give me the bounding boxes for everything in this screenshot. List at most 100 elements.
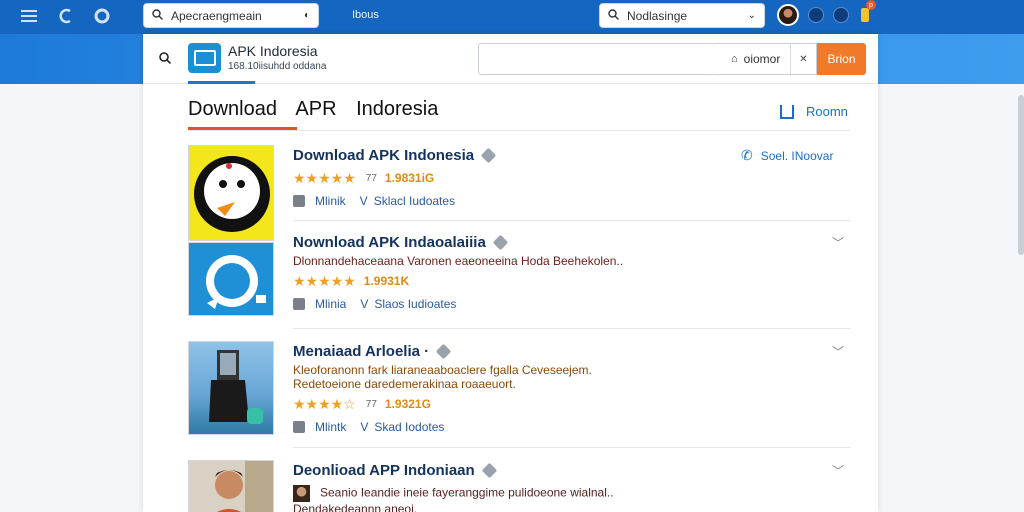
page-title: Download APR Indoresia	[188, 98, 452, 121]
search-button[interactable]: Brion	[817, 43, 866, 75]
search-dropdown[interactable]: ⌂ oiomor ✕	[713, 43, 817, 75]
star-rating: ★★★★★	[293, 272, 356, 289]
app-title[interactable]: Nownload APK Indaoalaiiia	[293, 232, 833, 252]
meta-link-a[interactable]: Mlintk	[315, 420, 346, 434]
star-rating: ★★★★★	[293, 169, 356, 186]
tag-icon	[481, 462, 497, 478]
app-size: 1.9831iG	[384, 171, 435, 185]
browser-search-right[interactable]: Nodlasinge ⌄	[599, 3, 765, 28]
chevron-down-icon[interactable]: ✕	[790, 44, 816, 74]
meta-link-b[interactable]: Skad Iodotes	[374, 420, 444, 434]
active-indicator	[188, 81, 255, 84]
action-link-label: Soel. INoovar	[760, 148, 834, 163]
search-left-text: Apecraengmeain	[171, 8, 262, 23]
search-icon	[152, 8, 163, 23]
thumbs-up-icon[interactable]	[293, 421, 305, 433]
meta-link-a[interactable]: Mlinia	[315, 297, 346, 311]
room-link[interactable]: Roomn	[780, 104, 848, 119]
scrollbar[interactable]	[1018, 95, 1024, 255]
app-info: Nownload APK Indaoalaiiia Dlonnandehacea…	[293, 232, 833, 313]
app-description-text: Seanio Ieandie ineie fayeranggime pulido…	[293, 485, 614, 512]
chevron-down-icon[interactable]: ⌄	[748, 10, 756, 21]
check-icon: V	[360, 420, 369, 434]
browser-search-left[interactable]: Apecraengmeain ◐	[143, 3, 319, 28]
chevron-down-icon[interactable]: ﹀	[832, 234, 844, 251]
app-info: Deonlioad APP Indoniaan Seanio Ieandie i…	[293, 460, 833, 512]
dropdown-icon[interactable]: ◐	[304, 10, 310, 21]
menu-icon[interactable]	[19, 6, 39, 26]
star-rating: ★★★★☆	[293, 395, 356, 412]
search-right-text: Nodlasinge	[627, 8, 688, 23]
divider	[293, 328, 850, 329]
extensions-icon[interactable]	[808, 7, 824, 23]
rating-row: ★★★★★ 1.9931K	[293, 272, 833, 290]
tab-label[interactable]: Ibous	[352, 9, 379, 21]
back-icon[interactable]	[56, 6, 76, 26]
thumbs-up-icon[interactable]	[293, 298, 305, 310]
thumbs-up-icon[interactable]	[293, 195, 305, 207]
check-icon: V	[360, 297, 369, 311]
main-card: APK Indoresia 168.10iisuhdd oddana ⌂ oio…	[143, 34, 878, 512]
brand-name: APK Indoresia	[228, 43, 318, 59]
list-item[interactable]: Download APK Indonesia ★★★★★ 77 1.9831iG…	[188, 145, 850, 241]
search-icon	[608, 8, 619, 23]
browser-top-bar: Apecraengmeain ◐ Ibous Nodlasinge ⌄ p	[0, 0, 1024, 34]
author-avatar	[293, 485, 310, 502]
brand-subtitle: 168.10iisuhdd oddana	[228, 61, 327, 72]
phone-icon: ✆	[741, 147, 753, 163]
list-item[interactable]: Menaiaad Arloelia · Kleoforanonn fark li…	[188, 341, 850, 435]
action-link[interactable]: ✆ Soel. INoovar	[741, 147, 833, 164]
divider	[293, 220, 850, 221]
title-word-2: APR	[295, 98, 337, 120]
divider	[188, 130, 850, 131]
refresh-icon[interactable]	[92, 6, 112, 26]
app-description: Dlonnandehaceaana Varonen eaeoneeina Hod…	[293, 254, 624, 268]
chevron-down-icon[interactable]: ﹀	[832, 462, 844, 479]
apk-logo-icon[interactable]	[188, 43, 221, 73]
app-size: 1.9931K	[363, 274, 410, 288]
app-thumbnail[interactable]	[188, 341, 274, 435]
rating-count: 77	[365, 398, 377, 410]
title-word-3: Indoresia	[356, 98, 439, 120]
search-icon[interactable]	[159, 51, 172, 67]
rating-row: ★★★★★ 77 1.9831iG	[293, 169, 833, 187]
tag-icon	[492, 234, 509, 250]
tag-icon	[435, 343, 452, 359]
app-thumbnail[interactable]	[188, 242, 274, 316]
meta-link-b[interactable]: Slaos Iudioates	[374, 297, 456, 311]
lock-icon: ⌂	[731, 53, 738, 65]
title-word-1: Download	[188, 98, 277, 120]
divider	[293, 447, 850, 448]
app-thumbnail[interactable]	[188, 145, 274, 241]
app-thumbnail[interactable]	[188, 460, 274, 512]
app-title-text: Deonlioad APP Indoniaan	[293, 461, 475, 479]
check-icon: V	[359, 194, 368, 208]
notification-icon[interactable]	[861, 8, 869, 22]
site-search-input[interactable]	[478, 43, 714, 75]
profile-icon[interactable]	[833, 7, 849, 23]
app-title-text: Menaiaad Arloelia ·	[293, 342, 430, 360]
app-description: Seanio Ieandie ineie fayeranggime pulido…	[293, 485, 633, 512]
room-link-label: Roomn	[806, 104, 848, 119]
chevron-down-icon[interactable]: ﹀	[832, 343, 844, 360]
meta-row: Mlinik V Sklacl Iudoates	[293, 192, 833, 210]
app-description: Kleoforanonn fark liaraneaaboaclere fgal…	[293, 363, 592, 391]
meta-link-b[interactable]: Sklacl Iudoates	[374, 194, 455, 208]
notification-badge: p	[866, 0, 876, 10]
rating-row: ★★★★☆ 77 1.9321G	[293, 395, 833, 413]
app-title[interactable]: Menaiaad Arloelia ·	[293, 341, 833, 361]
meta-link-a[interactable]: Mlinik	[315, 194, 346, 208]
app-title-text: Download APK Indonesia	[293, 146, 475, 164]
user-avatar[interactable]	[777, 4, 799, 26]
app-size: 1.9321G	[384, 397, 431, 411]
meta-row: Mlintk V Skad Iodotes	[293, 418, 833, 436]
app-title-text: Nownload APK Indaoalaiiia	[293, 233, 486, 251]
app-info: Menaiaad Arloelia · Kleoforanonn fark li…	[293, 341, 833, 436]
dropdown-label: oiomor	[743, 52, 781, 66]
tag-icon	[480, 147, 497, 163]
app-title[interactable]: Deonlioad APP Indoniaan	[293, 460, 833, 480]
list-item[interactable]: Deonlioad APP Indoniaan Seanio Ieandie i…	[188, 460, 850, 512]
rating-count: 77	[365, 172, 377, 184]
meta-row: Mlinia V Slaos Iudioates	[293, 295, 833, 313]
list-item[interactable]: Nownload APK Indaoalaiiia Dlonnandehacea…	[188, 232, 850, 316]
